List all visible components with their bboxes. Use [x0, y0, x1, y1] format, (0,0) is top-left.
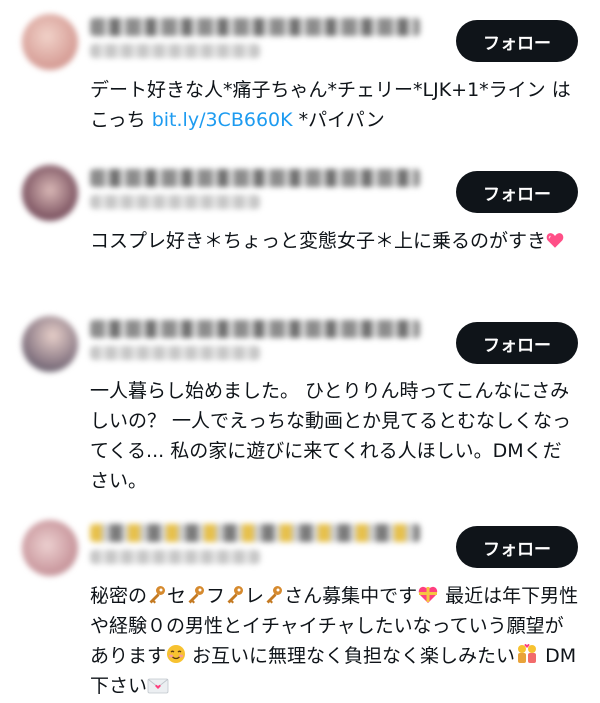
key-icon [149, 586, 166, 604]
follow-button[interactable]: フォロー [456, 322, 578, 364]
key-icon [188, 586, 205, 604]
key-icon [227, 586, 244, 604]
handle-redacted [90, 346, 260, 360]
avatar[interactable] [22, 316, 78, 372]
bio-text: 一人暮らし始めました。 ひとりりん時ってこんなにさみしいの？ 一人でえっちな動画… [90, 380, 572, 492]
follow-button[interactable]: フォロー [456, 171, 578, 213]
handle-redacted [90, 550, 260, 564]
bio-text: デート好きな人*痛子ちゃん*チェリー*LJK+1*ライン はこっち bit.ly… [90, 75, 580, 135]
bio-link[interactable]: bit.ly/3CB660K [152, 109, 293, 131]
avatar[interactable] [22, 520, 78, 576]
pink-heart-icon [546, 233, 564, 248]
display-name-redacted [90, 169, 420, 187]
heart-with-ribbon-icon [418, 586, 438, 603]
bio-segment: *パイパン [292, 109, 385, 131]
avatar[interactable] [22, 165, 78, 221]
key-icon [266, 586, 283, 604]
bio-segment: コスプレ好き＊ちょっと変態女子＊上に乗るのがすき [90, 230, 547, 252]
display-name-redacted [90, 524, 420, 542]
bio-segment: フ [206, 585, 226, 607]
bio-text: 秘密のセフレさん募集中です 最近は年下男性や経験０の男性とイチャイチャしたいなっ… [90, 581, 580, 701]
bio-segment: さん募集中です [284, 585, 418, 607]
handle-redacted [90, 195, 260, 209]
follow-button[interactable]: フォロー [456, 20, 578, 62]
handle-redacted [90, 44, 260, 58]
bio-segment: 秘密の [90, 585, 148, 607]
love-letter-icon [147, 678, 169, 694]
avatar[interactable] [22, 14, 78, 70]
user-list: フォロー デート好きな人*痛子ちゃん*チェリー*LJK+1*ライン はこっち b… [0, 0, 600, 703]
display-name-redacted [90, 18, 420, 36]
smiling-face-icon [167, 645, 186, 663]
bio-segment: お互いに無理なく負担なく楽しみたい [186, 645, 516, 667]
couple-with-heart-icon [518, 644, 537, 663]
bio-segment: レ [245, 585, 265, 607]
bio-segment: セ [167, 585, 187, 607]
display-name-redacted [90, 320, 420, 338]
bio-text: コスプレ好き＊ちょっと変態女子＊上に乗るのがすき [90, 226, 580, 256]
follow-button[interactable]: フォロー [456, 526, 578, 568]
